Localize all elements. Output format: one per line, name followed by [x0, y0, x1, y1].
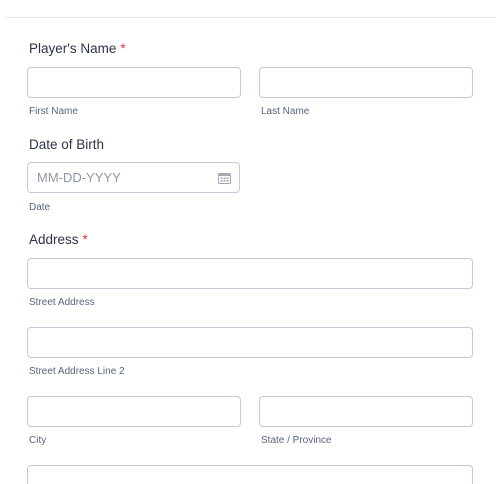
city-sublabel: City [29, 435, 47, 446]
last-name-sublabel: Last Name [261, 106, 310, 117]
address-label: Address * [29, 232, 88, 247]
date-of-birth-input[interactable]: MM-DD-YYYY [27, 162, 240, 193]
required-asterisk: * [82, 232, 88, 247]
city-input[interactable] [27, 396, 241, 427]
state-province-input[interactable] [259, 396, 473, 427]
first-name-sublabel: First Name [29, 106, 78, 117]
date-sublabel: Date [29, 202, 51, 213]
top-divider [6, 17, 494, 18]
first-name-input[interactable] [27, 67, 241, 98]
required-asterisk: * [120, 41, 126, 56]
street-address-line2-input[interactable] [27, 327, 473, 358]
date-placeholder: MM-DD-YYYY [37, 170, 121, 185]
date-of-birth-label: Date of Birth [29, 137, 105, 152]
street-address-sublabel: Street Address [29, 297, 95, 308]
calendar-icon[interactable] [218, 172, 231, 184]
players-name-label-text: Player's Name [29, 41, 117, 56]
postal-code-input[interactable] [27, 465, 473, 484]
players-name-label: Player's Name * [29, 41, 126, 56]
address-label-text: Address [29, 232, 79, 247]
last-name-input[interactable] [259, 67, 473, 98]
street-address-line2-sublabel: Street Address Line 2 [29, 366, 125, 377]
street-address-input[interactable] [27, 258, 473, 289]
state-province-sublabel: State / Province [261, 435, 332, 446]
